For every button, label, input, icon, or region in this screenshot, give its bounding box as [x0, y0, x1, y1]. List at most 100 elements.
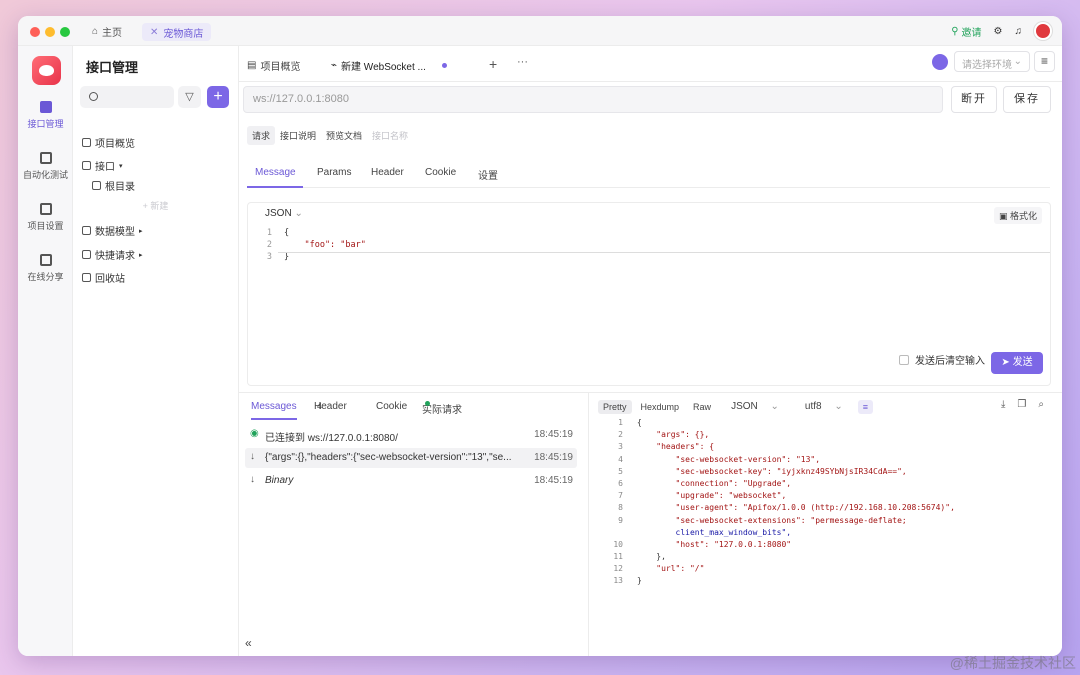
copy-icon[interactable]: ❐: [1017, 399, 1026, 410]
home-icon: ⌂: [92, 26, 99, 37]
caret-right-icon: ▸: [139, 251, 143, 259]
gear-icon[interactable]: ⚙: [994, 26, 1003, 37]
tab-label: 项目概览: [260, 62, 301, 73]
format-button[interactable]: ▣ 格式化: [993, 207, 1042, 224]
disconnect-button[interactable]: 断开: [951, 86, 997, 113]
search-icon[interactable]: ⌕: [1038, 399, 1044, 410]
tab-project[interactable]: ✕ 宠物商店: [142, 23, 212, 41]
api-icon: [82, 161, 91, 170]
api-name-input[interactable]: 接口名称: [367, 126, 413, 145]
save-button[interactable]: 保存: [1003, 86, 1051, 113]
tab-home[interactable]: ⌂ 主页: [92, 24, 122, 39]
main-area: ▤ 项目概览 ⌁ 新建 WebSocket ... + ··· 请选择环境 ⌄ …: [239, 46, 1062, 656]
watermark: @稀土掘金技术社区: [949, 655, 1076, 671]
message-time: 18:45:19: [534, 475, 573, 486]
subtab-preview[interactable]: 预览文档: [321, 126, 367, 145]
minimize-window-button[interactable]: [45, 27, 55, 37]
code-line: 7 "upgrade": "websocket",: [618, 491, 787, 501]
send-label: 发送: [1012, 357, 1033, 368]
clear-after-send-checkbox[interactable]: [899, 354, 909, 365]
pane-divider[interactable]: [588, 393, 589, 656]
tree-item-trash[interactable]: 回收站: [82, 270, 125, 285]
environment-select[interactable]: 请选择环境 ⌄: [954, 51, 1030, 72]
app-logo: [32, 56, 61, 85]
rail-item-label: 自动化测试: [22, 170, 68, 180]
tab-settings[interactable]: 设置: [478, 167, 498, 182]
tab-messages[interactable]: Messages: [251, 401, 297, 412]
invite-button[interactable]: ⚲ 邀请: [951, 24, 981, 39]
code-body: 1{ 2 "foo": "bar" 3}: [256, 227, 366, 263]
bell-icon[interactable]: ♫: [1015, 26, 1023, 37]
save-file-icon[interactable]: ⤓: [1001, 399, 1005, 410]
tab-overview[interactable]: ▤ 项目概览: [247, 58, 300, 73]
new-button[interactable]: + 新建: [73, 199, 238, 212]
api-icon: [39, 101, 52, 113]
wrap-lines-icon[interactable]: ≡: [857, 399, 874, 414]
response-view-tabs: Pretty Hexdump Raw JSON ⌄ utf8 ⌄ ≡: [598, 399, 874, 414]
tree-item-overview[interactable]: 项目概览: [82, 135, 135, 150]
message-row[interactable]: ↓ Binary 18:45:19: [245, 471, 577, 491]
clear-after-send-option[interactable]: 发送后清空输入: [899, 352, 985, 367]
code-line: 10 "host": "127.0.0.1:8080": [613, 539, 792, 549]
subtab-doc[interactable]: 接口说明: [275, 126, 321, 145]
tree-item-api[interactable]: 接口 ▾: [82, 158, 123, 173]
code-line: 13}: [613, 576, 642, 586]
avatar[interactable]: [1034, 22, 1052, 40]
tree-item-models[interactable]: 数据模型 ▸: [82, 223, 143, 238]
close-window-button[interactable]: [30, 27, 40, 37]
view-raw[interactable]: Raw: [688, 400, 716, 414]
format-select[interactable]: JSON ⌄: [265, 208, 303, 219]
titlebar-actions: ⚲ 邀请 ⚙ ♫: [951, 22, 1052, 40]
tab-cookie[interactable]: Cookie: [425, 167, 456, 178]
view-hexdump[interactable]: Hexdump: [636, 400, 685, 414]
tree-item-root[interactable]: 根目录: [92, 178, 135, 193]
search-icon: [89, 92, 98, 101]
tab-header[interactable]: Header: [371, 167, 404, 178]
search-input[interactable]: [80, 86, 174, 108]
encoding-select[interactable]: utf8 ⌄: [794, 399, 854, 414]
more-icon[interactable]: ···: [517, 56, 528, 68]
rail-item-api[interactable]: 接口管理: [18, 101, 73, 130]
add-button[interactable]: +: [207, 86, 229, 108]
code-line: 5 "sec-websocket-key": "iyjxknz49SYbNjsI…: [618, 466, 907, 476]
subtab-request[interactable]: 请求: [247, 126, 276, 145]
tab-params[interactable]: Params: [317, 167, 351, 178]
tree-item-quick[interactable]: 快捷请求 ▸: [82, 247, 143, 262]
filter-button[interactable]: ▽: [178, 86, 201, 108]
maximize-window-button[interactable]: [60, 27, 70, 37]
code-line: 12 "url": "/": [613, 564, 705, 574]
tab-message[interactable]: Message: [255, 167, 296, 178]
tree-item-label: 回收站: [95, 274, 125, 285]
message-row[interactable]: ◉ 已连接到 ws://127.0.0.1:8080/ 18:45:19: [245, 425, 577, 445]
message-row[interactable]: ↓ {"args":{},"headers":{"sec-websocket-v…: [245, 448, 577, 468]
tab-label: 新建 WebSocket ...: [341, 62, 426, 73]
tree-item-label: 项目概览: [95, 139, 135, 150]
collapse-sidebar-icon[interactable]: «: [245, 636, 252, 650]
add-tab-button[interactable]: +: [489, 56, 497, 72]
rail-item-settings[interactable]: 项目设置: [18, 203, 73, 232]
rail-item-label: 在线分享: [27, 272, 64, 282]
tab-response-cookie[interactable]: Cookie: [376, 401, 407, 412]
rail-item-automation[interactable]: 自动化测试: [18, 152, 73, 181]
check-circle-icon: ◉: [250, 428, 259, 439]
cube-icon: [82, 226, 91, 235]
chevron-down-icon: ⌄: [770, 401, 779, 412]
message-text: {"args":{},"headers":{"sec-websocket-ver…: [265, 452, 512, 463]
environment-icon[interactable]: [932, 54, 948, 70]
websocket-icon: ⌁: [331, 60, 338, 71]
left-rail: 接口管理 自动化测试 项目设置 在线分享: [18, 46, 73, 656]
rail-item-share[interactable]: 在线分享: [18, 254, 73, 283]
url-input[interactable]: ws://127.0.0.1:8080: [243, 86, 943, 113]
automation-icon: [39, 152, 52, 164]
view-format-select[interactable]: JSON ⌄: [720, 399, 790, 414]
active-tab-underline: [247, 186, 303, 188]
menu-button[interactable]: ≡: [1034, 51, 1055, 72]
send-button[interactable]: ➤ 发送: [991, 352, 1043, 374]
view-pretty[interactable]: Pretty: [598, 399, 632, 414]
request-tabs: Message Params Header Cookie 设置: [247, 164, 1050, 188]
close-icon[interactable]: ✕: [150, 27, 158, 38]
send-icon: ➤: [1001, 357, 1010, 368]
rail-item-label: 项目设置: [27, 221, 64, 231]
tab-new-websocket[interactable]: ⌁ 新建 WebSocket ...: [331, 58, 447, 73]
active-tab-underline: [251, 418, 297, 420]
